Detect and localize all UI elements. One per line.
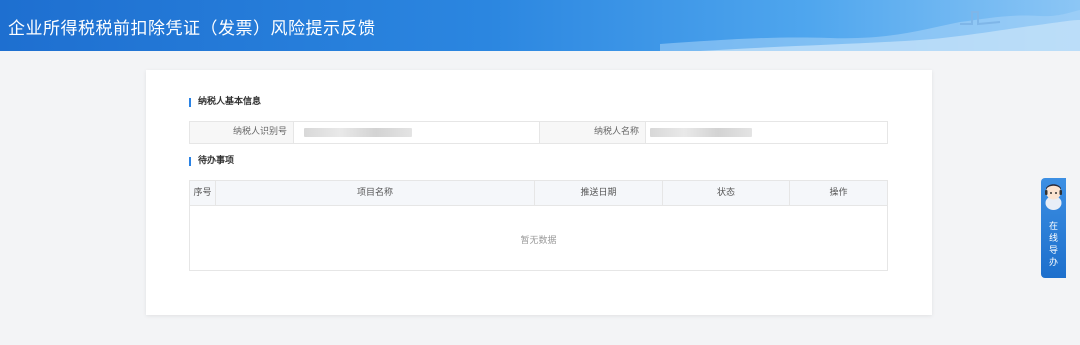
- todo-table: 序号 项目名称 推送日期 状态 操作 暂无数据: [189, 180, 888, 271]
- main-card: 纳税人基本信息 纳税人识别号 纳税人名称 待办事项 序号 项目名称 推送日期 状…: [146, 70, 932, 315]
- page-header: 企业所得税税前扣除凭证（发票）风险提示反馈: [0, 0, 1080, 51]
- todo-section-title: 待办事项: [189, 157, 234, 166]
- page-title: 企业所得税税前扣除凭证（发票）风险提示反馈: [8, 19, 376, 39]
- taxpayer-name-label: 纳税人名称: [539, 122, 645, 143]
- great-wall-banner-graphic: [660, 10, 1080, 51]
- redacted-taxpayer-name: [650, 128, 752, 137]
- col-header-actions: 操作: [829, 188, 848, 198]
- online-help-button[interactable]: 在线导办: [1041, 178, 1066, 278]
- assistant-avatar-icon: [1045, 184, 1062, 210]
- col-header-index: 序号: [190, 181, 216, 205]
- col-header-project-name: 项目名称: [216, 181, 535, 205]
- table-header-row: 序号 项目名称 推送日期 状态 操作: [190, 181, 887, 206]
- col-header-push-date: 推送日期: [535, 181, 663, 205]
- redacted-taxpayer-id: [304, 128, 412, 137]
- empty-state-text: 暂无数据: [520, 236, 557, 246]
- taxpayer-id-value: [293, 122, 539, 143]
- col-header-status: 状态: [663, 181, 790, 205]
- online-help-label: 在线导办: [1048, 222, 1058, 268]
- taxpayer-name-value: [645, 122, 887, 143]
- basic-info-section-title: 纳税人基本信息: [189, 98, 261, 107]
- taxpayer-id-label: 纳税人识别号: [190, 122, 293, 143]
- taxpayer-info-row: 纳税人识别号 纳税人名称: [189, 121, 888, 144]
